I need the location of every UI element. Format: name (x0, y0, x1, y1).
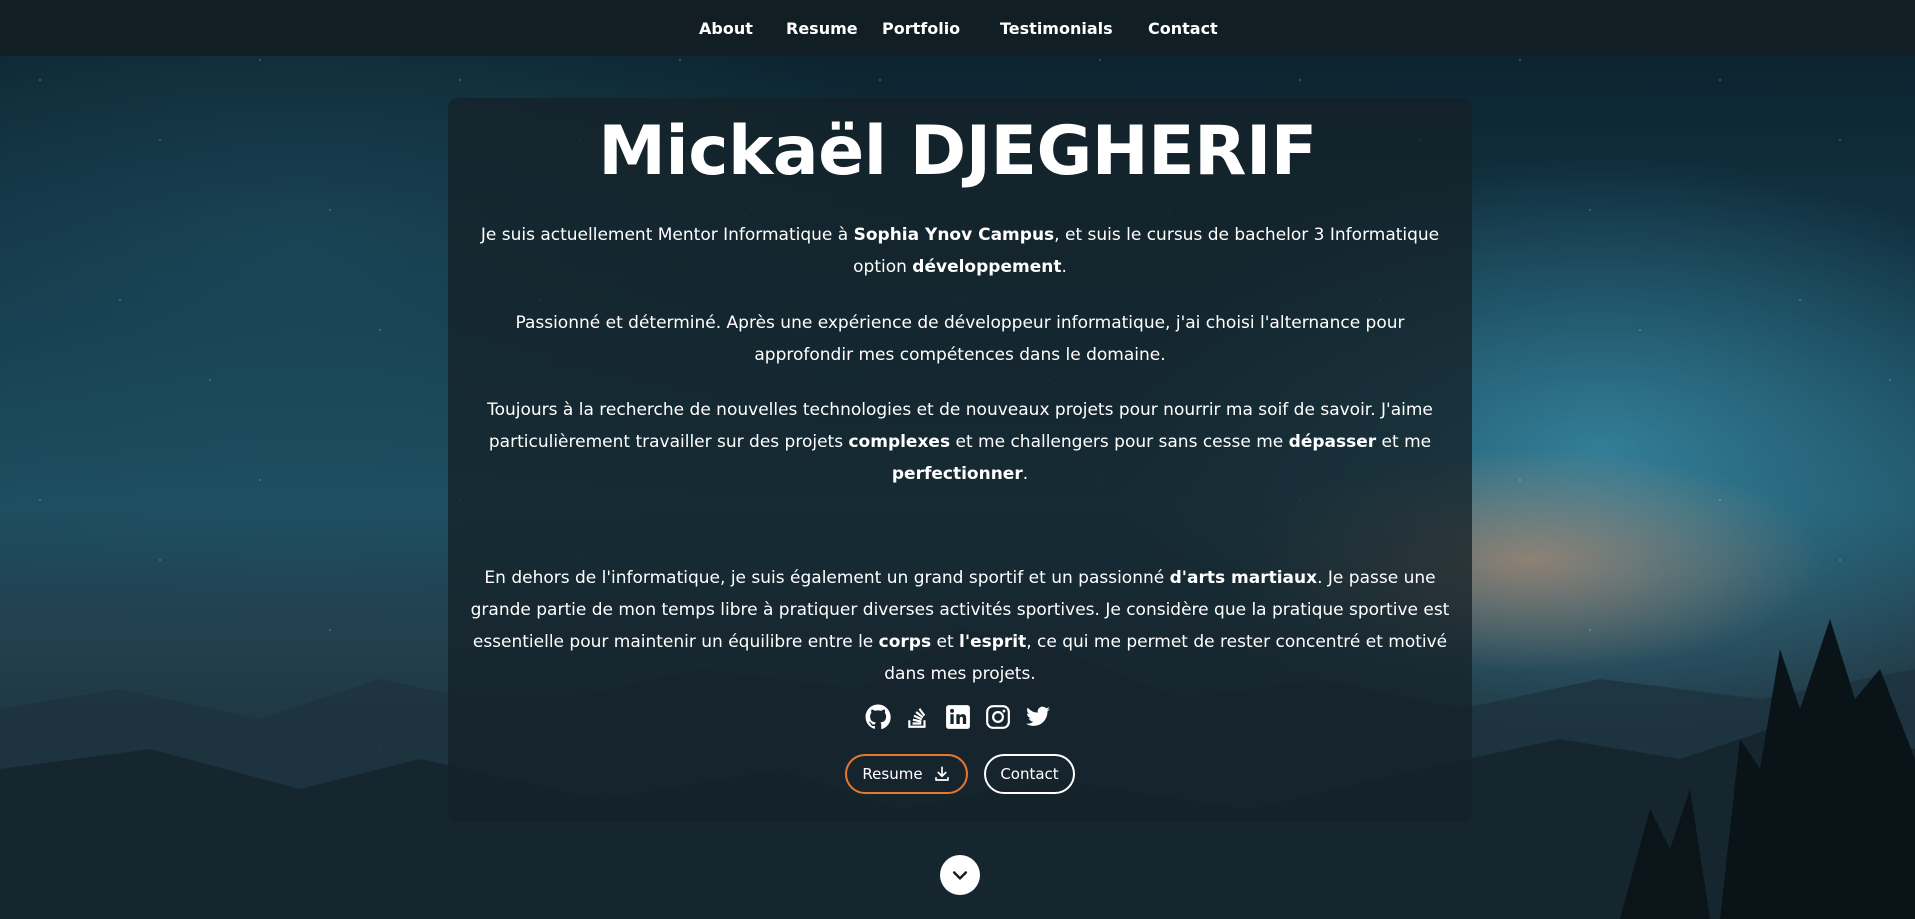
stackoverflow-icon[interactable] (903, 702, 933, 732)
curiosity-text: et me (1376, 432, 1432, 452)
nav-contact-link[interactable]: Contact (1148, 19, 1218, 38)
chevron-down-icon (952, 871, 968, 880)
nav-testimonials-link[interactable]: Testimonials (1000, 19, 1113, 38)
download-icon (934, 766, 949, 781)
intro-highlight-option: développement (912, 257, 1062, 277)
intro-highlight-campus: Sophia Ynov Campus (853, 225, 1055, 245)
curiosity-highlight: perfectionner (891, 464, 1023, 484)
resume-button-label: Resume (862, 765, 923, 783)
hobbies-paragraph: En dehors de l'informatique, je suis éga… (468, 562, 1452, 690)
nav-about-link[interactable]: About (699, 19, 753, 38)
nav-portfolio-link[interactable]: Portfolio (882, 19, 960, 38)
hobbies-text: et (931, 632, 960, 652)
intro-paragraph: Je suis actuellement Mentor Informatique… (468, 219, 1452, 283)
curiosity-text: . (1022, 464, 1029, 484)
contact-button-label: Contact (1000, 765, 1059, 783)
nav-resume-link[interactable]: Resume (786, 19, 858, 38)
hero-name: Mickaël DJEGHERIF (598, 112, 1317, 191)
instagram-icon[interactable] (983, 702, 1013, 732)
curiosity-highlight: complexes (848, 432, 951, 452)
hobbies-highlight: l'esprit (959, 632, 1027, 652)
hobbies-highlight: corps (878, 632, 932, 652)
github-icon[interactable] (863, 702, 893, 732)
passion-paragraph: Passionné et déterminé. Après une expéri… (515, 313, 1405, 365)
twitter-icon[interactable] (1023, 702, 1053, 732)
curiosity-paragraph: Toujours à la recherche de nouvelles tec… (468, 394, 1452, 490)
linkedin-icon[interactable] (943, 702, 973, 732)
curiosity-text: et me challengers pour sans cesse me (950, 432, 1289, 452)
resume-download-button[interactable]: Resume (845, 754, 968, 794)
intro-text: Je suis actuellement Mentor Informatique… (480, 225, 854, 245)
contact-button[interactable]: Contact (984, 754, 1075, 794)
intro-text: . (1061, 257, 1067, 277)
social-links (0, 702, 1915, 732)
hobbies-text: En dehors de l'informatique, je suis éga… (484, 568, 1170, 588)
top-navbar: About Resume Portfolio Testimonials Cont… (0, 0, 1915, 56)
hobbies-highlight: d'arts martiaux (1169, 568, 1318, 588)
curiosity-highlight: dépasser (1288, 432, 1377, 452)
scroll-down-button[interactable] (940, 855, 980, 895)
